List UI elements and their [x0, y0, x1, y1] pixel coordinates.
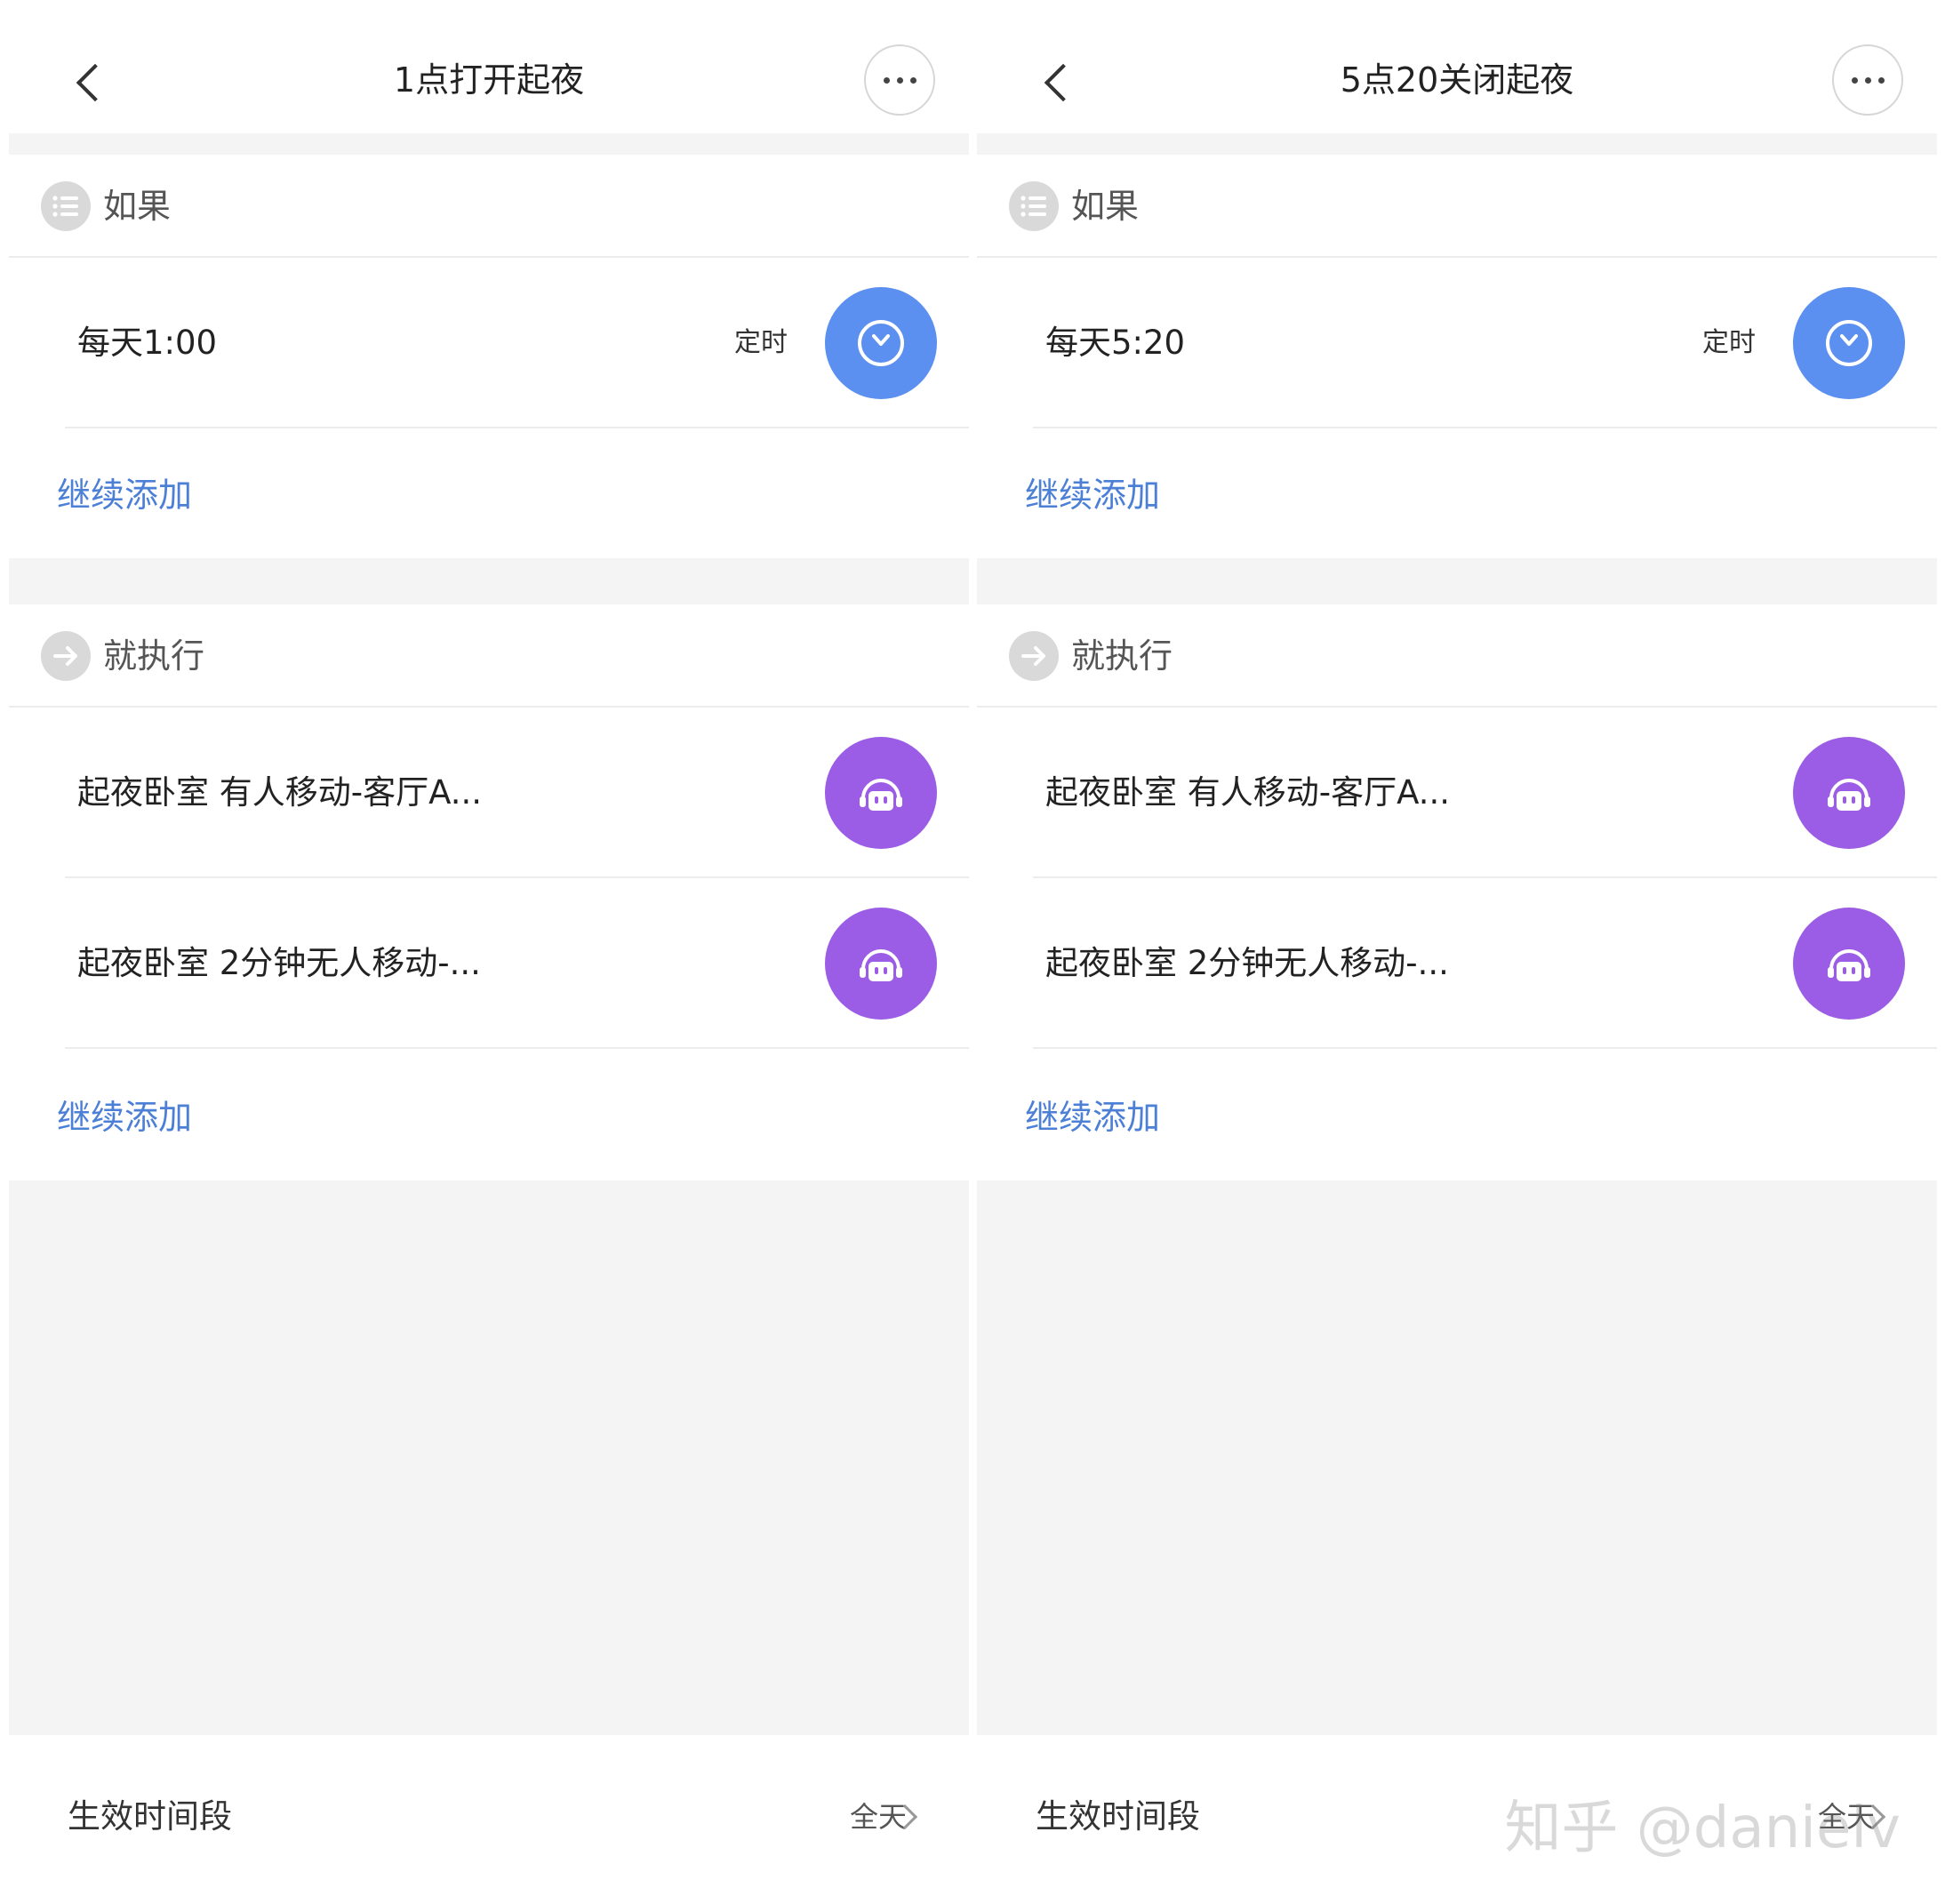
- clock-icon: [825, 287, 937, 399]
- action-text: 起夜卧室 有人移动-客厅A...: [1045, 773, 1451, 812]
- header: 5点20关闭起夜: [977, 0, 1937, 133]
- then-section-header: 就执行: [977, 604, 1937, 708]
- header: 1点打开起夜: [9, 0, 969, 133]
- more-options-button[interactable]: [1832, 44, 1903, 116]
- dot: [1851, 76, 1858, 84]
- add-condition-link[interactable]: 继续添加: [1025, 468, 1160, 522]
- row-divider: [65, 1047, 969, 1049]
- action-text: 起夜卧室 有人移动-客厅A...: [77, 773, 483, 812]
- condition-text: 每天1:00: [77, 324, 218, 362]
- row-divider: [1033, 1047, 1937, 1049]
- dot: [909, 76, 916, 84]
- dot: [883, 76, 890, 84]
- section-gap: [9, 558, 969, 604]
- empty-area: [977, 1180, 1937, 1735]
- scene-robot-icon: [1793, 737, 1905, 849]
- condition-type-tag: 定时: [1702, 327, 1756, 358]
- automation-panel-right: 5点20关闭起夜 如果 每天5:20 定时 继续添加 就执行 起夜卧室 有人移动…: [977, 0, 1937, 1904]
- action-text: 起夜卧室 2分钟无人移动-...: [1045, 944, 1449, 982]
- dot: [896, 76, 903, 84]
- page-title: 1点打开起夜: [393, 60, 585, 100]
- row-divider: [65, 427, 969, 428]
- section-gap: [9, 133, 969, 155]
- if-section-label: 如果: [103, 187, 172, 226]
- row-divider: [1033, 427, 1937, 428]
- then-section-header: 就执行: [9, 604, 969, 708]
- scene-robot-icon: [1793, 908, 1905, 1020]
- more-options-button[interactable]: [864, 44, 935, 116]
- list-icon: [41, 181, 91, 231]
- automation-panel-left: 1点打开起夜 如果 每天1:00 定时 继续添加 就执行 起夜卧室 有人移动-客…: [9, 0, 969, 1904]
- arrow-right-icon: [1009, 631, 1059, 681]
- effective-period-label: 生效时间段: [68, 1797, 232, 1836]
- action-row[interactable]: 起夜卧室 有人移动-客厅A...: [9, 708, 969, 878]
- page-title: 5点20关闭起夜: [1340, 60, 1574, 100]
- effective-period-label: 生效时间段: [1036, 1797, 1200, 1836]
- effective-period-row[interactable]: 生效时间段 全天: [9, 1735, 969, 1904]
- condition-row[interactable]: 每天1:00 定时: [9, 258, 969, 428]
- condition-text: 每天5:20: [1045, 324, 1186, 362]
- list-icon: [1009, 181, 1059, 231]
- dot: [1864, 76, 1871, 84]
- then-section-label: 就执行: [1071, 636, 1173, 676]
- if-section-header: 如果: [977, 155, 1937, 258]
- arrow-right-icon: [41, 631, 91, 681]
- then-section-label: 就执行: [103, 636, 205, 676]
- if-section-header: 如果: [9, 155, 969, 258]
- section-gap: [977, 558, 1937, 604]
- action-row[interactable]: 起夜卧室 有人移动-客厅A...: [977, 708, 1937, 878]
- condition-type-tag: 定时: [734, 327, 788, 358]
- add-condition-link[interactable]: 继续添加: [57, 468, 192, 522]
- condition-row[interactable]: 每天5:20 定时: [977, 258, 1937, 428]
- section-gap: [977, 133, 1937, 155]
- if-section-label: 如果: [1071, 187, 1140, 226]
- scene-robot-icon: [825, 737, 937, 849]
- action-text: 起夜卧室 2分钟无人移动-...: [77, 944, 481, 982]
- empty-area: [9, 1180, 969, 1735]
- watermark: 知乎 @danielv: [1504, 1796, 1901, 1861]
- scene-robot-icon: [825, 908, 937, 1020]
- add-action-link[interactable]: 继续添加: [57, 1091, 192, 1144]
- dot: [1877, 76, 1885, 84]
- clock-icon: [1793, 287, 1905, 399]
- action-row[interactable]: 起夜卧室 2分钟无人移动-...: [9, 878, 969, 1049]
- add-action-link[interactable]: 继续添加: [1025, 1091, 1160, 1144]
- action-row[interactable]: 起夜卧室 2分钟无人移动-...: [977, 878, 1937, 1049]
